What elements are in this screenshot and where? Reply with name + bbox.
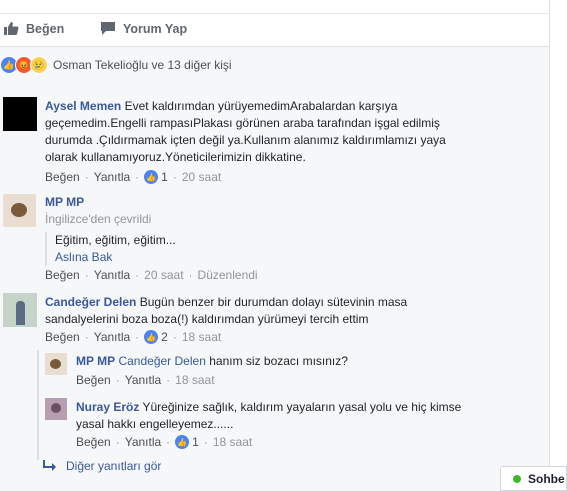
- like-link[interactable]: Beğen: [45, 330, 80, 344]
- like-count[interactable]: 2: [161, 330, 168, 344]
- separator: ·: [172, 330, 177, 344]
- comment-text: Aysel Memen Evet kaldırımdan yürüyemedim…: [45, 98, 515, 166]
- like-label: Beğen: [26, 21, 65, 36]
- avatar-dog-icon: [50, 359, 61, 369]
- separator: ·: [135, 268, 140, 282]
- reply-text: Nuray Eröz Yüreğinize sağlık, kaldırım y…: [76, 399, 536, 433]
- separator: ·: [115, 373, 120, 387]
- separator: ·: [115, 435, 120, 449]
- avatar[interactable]: [3, 194, 36, 227]
- comment-line-4: olarak kullanamıyoruz.Yöneticilerimizin …: [45, 150, 306, 164]
- separator: ·: [135, 330, 140, 344]
- like-count[interactable]: 1: [161, 170, 168, 184]
- comment-text: MP MP İngilizce'den çevrildi Eğitim, eği…: [45, 194, 515, 266]
- author-name[interactable]: Aysel Memen: [45, 99, 121, 113]
- reply-mpmp: MP MP Candeğer Delen hanım siz bozacı mı…: [45, 353, 545, 393]
- right-panel-edge: [549, 0, 567, 491]
- comment-label: Yorum Yap: [123, 21, 188, 36]
- translation-block: Eğitim, eğitim, eğitim... Aslına Bak: [45, 232, 515, 266]
- comment-meta: Beğen · Yanıtla · 👍 1 · 20 saat: [45, 170, 221, 184]
- edited-label[interactable]: Düzenlendi: [198, 268, 258, 282]
- timestamp[interactable]: 20 saat: [182, 170, 221, 184]
- separator: ·: [135, 170, 140, 184]
- comment-meta: Beğen · Yanıtla · 👍 2 · 18 saat: [45, 330, 221, 344]
- avatar-dog-icon: [11, 203, 27, 217]
- chat-label: Sohbe: [528, 471, 565, 486]
- reply-thread-line: [37, 350, 39, 460]
- avatar[interactable]: [45, 398, 67, 420]
- reply-line-2: yasal hakkı engelleyemez......: [76, 417, 234, 431]
- like-count-icon: 👍: [144, 170, 159, 184]
- avatar-person-icon: [16, 301, 25, 325]
- like-link[interactable]: Beğen: [45, 170, 80, 184]
- comment-mpmp: MP MP İngilizce'den çevrildi Eğitim, eği…: [3, 194, 543, 286]
- comment-meta: Beğen · Yanıtla · 20 saat · Düzenlendi: [45, 268, 258, 282]
- sad-reaction-icon: 😢: [30, 56, 48, 74]
- reply-line-1: Yüreğinize sağlık, kaldırım yayaların ya…: [142, 400, 462, 414]
- online-status-icon: [513, 474, 521, 483]
- like-count-icon: 👍: [175, 435, 190, 449]
- comment-aysel: Aysel Memen Evet kaldırımdan yürüyemedim…: [3, 97, 543, 189]
- view-more-label: Diğer yanıtları gör: [66, 459, 162, 473]
- comment-button[interactable]: Yorum Yap: [100, 21, 187, 36]
- like-count[interactable]: 1: [192, 435, 199, 449]
- avatar[interactable]: [3, 97, 37, 131]
- like-button[interactable]: Beğen: [3, 21, 64, 36]
- like-link[interactable]: Beğen: [76, 373, 111, 387]
- reply-link[interactable]: Yanıtla: [94, 330, 130, 344]
- reply-message: hanım siz bozacı mısınız?: [209, 354, 348, 368]
- like-link[interactable]: Beğen: [76, 435, 111, 449]
- avatar[interactable]: [3, 293, 37, 327]
- separator: ·: [166, 373, 171, 387]
- author-name[interactable]: Candeğer Delen: [45, 295, 136, 309]
- view-more-replies[interactable]: Diğer yanıtları gör: [43, 459, 161, 473]
- mention-link[interactable]: Candeğer Delen: [118, 354, 205, 368]
- comment-icon: [101, 22, 115, 35]
- reply-meta: Beğen · Yanıtla · 👍 1 · 18 saat: [76, 435, 252, 449]
- reply-link[interactable]: Yanıtla: [94, 268, 130, 282]
- comment-line-3: durumda .Çıldırmamak içten değil ya.Kull…: [45, 133, 446, 147]
- like-link[interactable]: Beğen: [45, 268, 80, 282]
- separator: ·: [84, 268, 89, 282]
- timestamp[interactable]: 18 saat: [213, 435, 252, 449]
- reply-link[interactable]: Yanıtla: [94, 170, 130, 184]
- reply-meta: Beğen · Yanıtla · 18 saat: [76, 373, 215, 387]
- separator: ·: [166, 435, 171, 449]
- reaction-summary[interactable]: 👍 😡 😢 Osman Tekelioğlu ve 13 diğer kişi: [0, 56, 232, 74]
- separator: ·: [172, 170, 177, 184]
- translated-text: Eğitim, eğitim, eğitim...: [55, 233, 176, 247]
- reaction-text[interactable]: Osman Tekelioğlu ve 13 diğer kişi: [53, 58, 232, 72]
- reply-link[interactable]: Yanıtla: [125, 435, 161, 449]
- author-name[interactable]: MP MP: [76, 354, 115, 368]
- comment-candeger: Candeğer Delen Bugün benzer bir durumdan…: [3, 293, 543, 347]
- separator: ·: [84, 330, 89, 344]
- timestamp[interactable]: 20 saat: [144, 268, 183, 282]
- reply-nuray: Nuray Eröz Yüreğinize sağlık, kaldırım y…: [45, 398, 545, 454]
- reply-text: MP MP Candeğer Delen hanım siz bozacı mı…: [76, 353, 536, 370]
- avatar-person-icon: [51, 403, 61, 413]
- author-name[interactable]: MP MP: [45, 195, 84, 209]
- comment-line-2: geçemedim.Engelli rampasıPlakası görünen…: [45, 116, 440, 130]
- post-action-bar: Beğen Yorum Yap: [0, 0, 549, 47]
- separator: ·: [84, 170, 89, 184]
- reply-link[interactable]: Yanıtla: [125, 373, 161, 387]
- comment-line-2: sandalyelerini boza boza(!) kaldırımdan …: [45, 312, 369, 326]
- post-card: Beğen Yorum Yap 👍 😡 😢 Osman Tekelioğlu v…: [0, 0, 549, 491]
- see-original-link[interactable]: Aslına Bak: [55, 250, 112, 264]
- separator: ·: [188, 268, 193, 282]
- translated-note: İngilizce'den çevrildi: [45, 212, 152, 226]
- reply-arrow-icon: [43, 460, 56, 471]
- comment-text: Candeğer Delen Bugün benzer bir durumdan…: [45, 294, 515, 328]
- timestamp[interactable]: 18 saat: [182, 330, 221, 344]
- divider: [0, 13, 549, 14]
- comment-line-1: Evet kaldırımdan yürüyemedimArabalardan …: [124, 99, 398, 113]
- timestamp[interactable]: 18 saat: [175, 373, 214, 387]
- avatar[interactable]: [45, 353, 67, 375]
- like-count-icon: 👍: [144, 330, 159, 344]
- chat-bar[interactable]: Sohbe: [500, 466, 567, 491]
- separator: ·: [203, 435, 208, 449]
- thumbs-up-icon: [4, 22, 19, 35]
- comment-line-1: Bugün benzer bir durumdan dolayı sütevin…: [139, 295, 408, 309]
- author-name[interactable]: Nuray Eröz: [76, 400, 139, 414]
